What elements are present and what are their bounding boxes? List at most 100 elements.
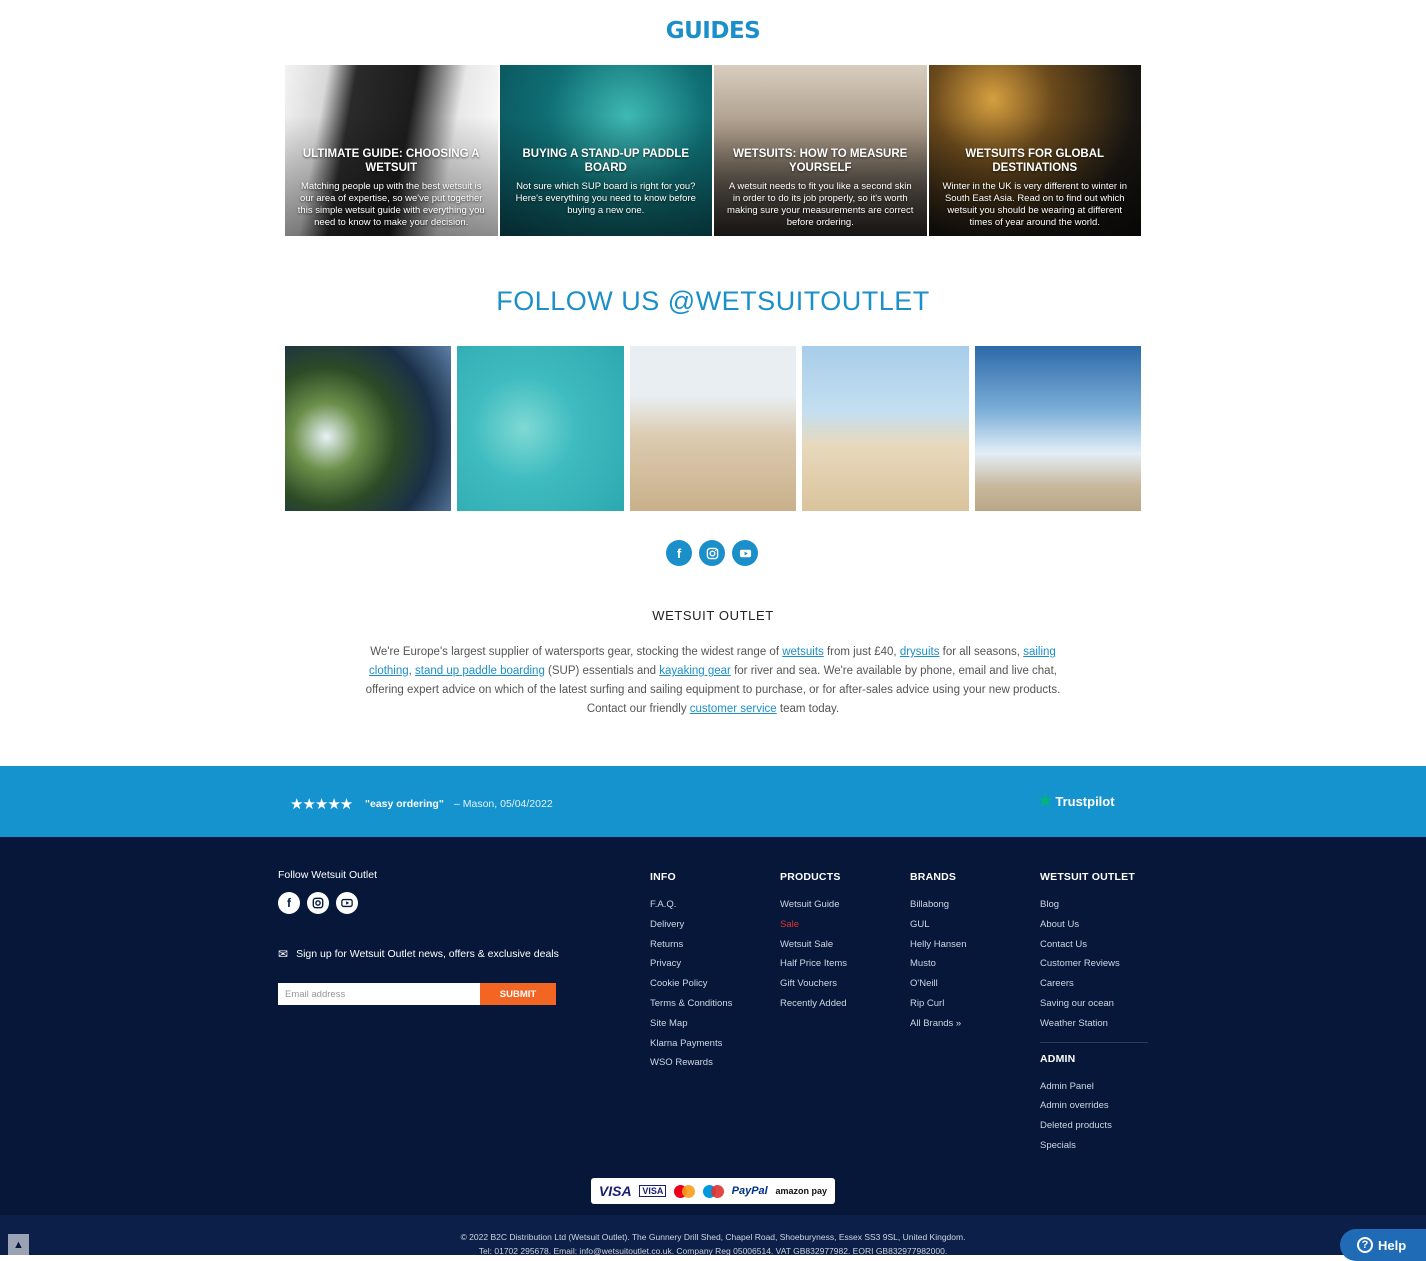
- submit-button[interactable]: SUBMIT: [480, 983, 556, 1005]
- copyright-text: © 2022 B2C Distribution Ltd (Wetsuit Out…: [460, 1232, 966, 1242]
- footer-column-brands: BRANDS Billabong GUL Helly Hansen Musto …: [910, 871, 967, 1034]
- review-author: – Mason, 05/04/2022: [454, 798, 553, 810]
- footer-link[interactable]: Specials: [1040, 1136, 1148, 1156]
- stand-up-paddle-boarding-link[interactable]: stand up paddle boarding: [415, 665, 545, 677]
- site-footer: Follow Wetsuit Outlet f ✉ Sign up for We…: [0, 837, 1426, 1215]
- follow-label: Follow Wetsuit Outlet: [278, 869, 378, 881]
- footer-link[interactable]: Blog: [1040, 895, 1148, 915]
- footer-social-links: f: [278, 892, 358, 914]
- guide-card-global-destinations[interactable]: WETSUITS FOR GLOBAL DESTINATIONS Winter …: [928, 65, 1141, 236]
- about-text-part: for all seasons,: [939, 646, 1024, 658]
- wetsuits-link[interactable]: wetsuits: [782, 646, 824, 658]
- amazon-pay-logo: amazon pay: [775, 1186, 828, 1196]
- question-icon: ?: [1357, 1237, 1373, 1253]
- review-quote: "easy ordering": [365, 798, 444, 810]
- column-heading: PRODUCTS: [780, 871, 841, 883]
- about-text-part: We're Europe's largest supplier of water…: [370, 646, 783, 658]
- guide-description: Matching people up with the best wetsuit…: [297, 181, 485, 228]
- footer-link[interactable]: Contact Us: [1040, 935, 1148, 955]
- instagram-photo[interactable]: [629, 346, 797, 511]
- about-text: We're Europe's largest supplier of water…: [358, 643, 1068, 719]
- youtube-icon[interactable]: [336, 892, 358, 914]
- instagram-icon[interactable]: [699, 540, 725, 566]
- maestro-icon: [702, 1184, 724, 1198]
- follow-heading: FOLLOW US @WETSUITOUTLET: [496, 286, 930, 316]
- scroll-to-top-button[interactable]: ▲: [8, 1234, 29, 1255]
- footer-link[interactable]: Klarna Payments: [650, 1034, 732, 1054]
- instagram-photo[interactable]: [285, 346, 452, 511]
- paypal-logo: PayPal: [731, 1185, 768, 1197]
- footer-link[interactable]: Helly Hansen: [910, 935, 967, 955]
- visa-electron-logo: VISA: [639, 1185, 667, 1197]
- column-heading: INFO: [650, 871, 676, 883]
- guide-card-choosing-wetsuit[interactable]: ULTIMATE GUIDE: CHOOSING A WETSUIT Match…: [285, 65, 498, 236]
- guide-card-paddle-board[interactable]: BUYING A STAND-UP PADDLE BOARD Not sure …: [499, 65, 712, 236]
- footer-link[interactable]: Returns: [650, 935, 732, 955]
- footer-link[interactable]: Site Map: [650, 1014, 732, 1034]
- customer-service-link[interactable]: customer service: [690, 703, 777, 715]
- footer-link[interactable]: Half Price Items: [780, 954, 847, 974]
- instagram-photo[interactable]: [974, 346, 1142, 511]
- help-button[interactable]: ? Help: [1340, 1229, 1426, 1261]
- footer-link-sale[interactable]: Sale: [780, 915, 847, 935]
- guide-description: Not sure which SUP board is right for yo…: [515, 181, 696, 216]
- footer-link[interactable]: Careers: [1040, 974, 1148, 994]
- kayaking-gear-link[interactable]: kayaking gear: [659, 665, 731, 677]
- footer-link[interactable]: Saving our ocean: [1040, 994, 1148, 1014]
- footer-link[interactable]: Terms & Conditions: [650, 994, 732, 1014]
- footer-link[interactable]: Rip Curl: [910, 994, 967, 1014]
- social-links: f: [666, 540, 758, 566]
- footer-link[interactable]: Privacy: [650, 954, 732, 974]
- copyright-bar: © 2022 B2C Distribution Ltd (Wetsuit Out…: [0, 1215, 1426, 1256]
- about-text-part: from just £40,: [823, 646, 900, 658]
- guides-grid: ULTIMATE GUIDE: CHOOSING A WETSUIT Match…: [285, 65, 1141, 236]
- about-text-part: (SUP) essentials and: [544, 665, 660, 677]
- footer-column-wetsuit-outlet: WETSUIT OUTLET Blog About Us Contact Us …: [1040, 871, 1148, 1156]
- instagram-icon[interactable]: [307, 892, 329, 914]
- column-heading: ADMIN: [1040, 1052, 1076, 1065]
- mastercard-icon: [674, 1184, 696, 1198]
- footer-link[interactable]: Deleted products: [1040, 1116, 1148, 1136]
- trustpilot-logo[interactable]: ★ Trustpilot: [1038, 791, 1115, 811]
- guide-title: WETSUITS: HOW TO MEASURE YOURSELF: [733, 148, 908, 174]
- footer-link[interactable]: Admin overrides: [1040, 1096, 1148, 1116]
- payment-methods: VISA VISA PayPal amazon pay: [591, 1178, 835, 1204]
- instagram-photo[interactable]: [802, 346, 969, 511]
- column-heading: BRANDS: [910, 871, 957, 883]
- footer-link[interactable]: WSO Rewards: [650, 1053, 732, 1073]
- footer-link[interactable]: Recently Added: [780, 994, 847, 1014]
- email-input[interactable]: [278, 983, 480, 1005]
- review-bar: [0, 766, 1426, 837]
- footer-column-info: INFO F.A.Q. Delivery Returns Privacy Coo…: [650, 871, 732, 1073]
- footer-column-products: PRODUCTS Wetsuit Guide Sale Wetsuit Sale…: [780, 871, 847, 1014]
- footer-link[interactable]: Cookie Policy: [650, 974, 732, 994]
- footer-link[interactable]: Weather Station: [1040, 1014, 1148, 1034]
- signup-text: Sign up for Wetsuit Outlet news, offers …: [296, 948, 559, 960]
- facebook-icon[interactable]: f: [278, 892, 300, 914]
- footer-link[interactable]: GUL: [910, 915, 967, 935]
- footer-link[interactable]: Admin Panel: [1040, 1077, 1148, 1097]
- facebook-icon[interactable]: f: [666, 540, 692, 566]
- guide-title: BUYING A STAND-UP PADDLE BOARD: [522, 148, 690, 174]
- footer-link[interactable]: Delivery: [650, 915, 732, 935]
- instagram-feed: [285, 346, 1142, 511]
- footer-link[interactable]: Wetsuit Sale: [780, 935, 847, 955]
- footer-link[interactable]: About Us: [1040, 915, 1148, 935]
- footer-link[interactable]: Customer Reviews: [1040, 954, 1148, 974]
- instagram-photo[interactable]: [457, 346, 624, 511]
- footer-link[interactable]: All Brands »: [910, 1014, 967, 1034]
- drysuits-link[interactable]: drysuits: [900, 646, 940, 658]
- footer-link[interactable]: Musto: [910, 954, 967, 974]
- guide-description: Winter in the UK is very different to wi…: [942, 181, 1128, 228]
- footer-link[interactable]: F.A.Q.: [650, 895, 732, 915]
- newsletter-signup-label: ✉ Sign up for Wetsuit Outlet news, offer…: [278, 947, 559, 961]
- guide-card-measure-yourself[interactable]: WETSUITS: HOW TO MEASURE YOURSELF A wets…: [714, 65, 927, 236]
- footer-link[interactable]: Gift Vouchers: [780, 974, 847, 994]
- trustpilot-label: Trustpilot: [1055, 793, 1115, 809]
- footer-link[interactable]: Billabong: [910, 895, 967, 915]
- footer-link[interactable]: Wetsuit Guide: [780, 895, 847, 915]
- youtube-icon[interactable]: [732, 540, 758, 566]
- chevron-up-icon: ▲: [13, 1238, 24, 1251]
- footer-link[interactable]: O'Neill: [910, 974, 967, 994]
- guides-heading: GUIDES: [665, 18, 761, 44]
